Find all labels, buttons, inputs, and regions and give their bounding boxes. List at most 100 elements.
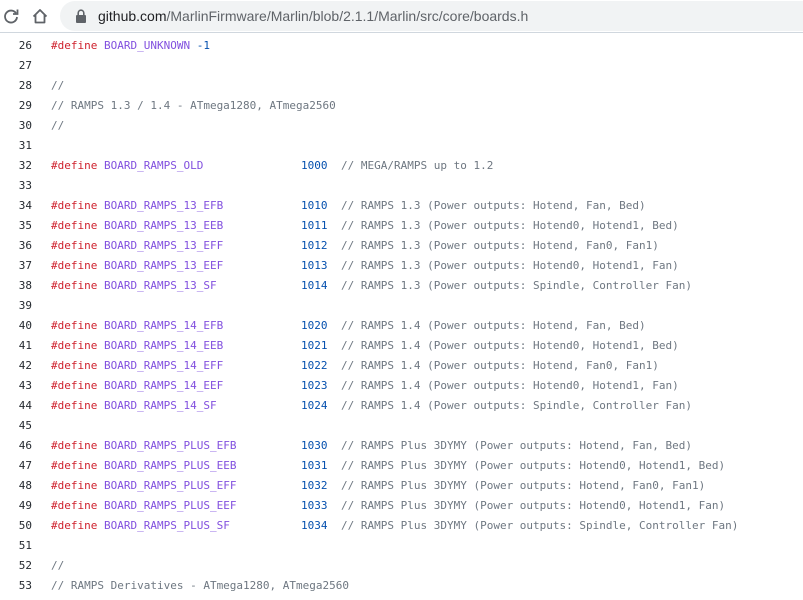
code-define: #define BOARD_RAMPS_14_SF <box>51 396 217 416</box>
line-number[interactable]: 37 <box>0 256 32 276</box>
macro-name: BOARD_RAMPS_PLUS_EEF <box>103 499 237 512</box>
define-keyword: #define <box>51 259 98 272</box>
macro-name: BOARD_RAMPS_OLD <box>103 159 204 172</box>
code-define: #define BOARD_RAMPS_PLUS_EFF <box>51 476 236 496</box>
define-keyword: #define <box>51 399 98 412</box>
define-keyword: #define <box>51 379 98 392</box>
code-comment: // RAMPS 1.3 (Power outputs: Hotend0, Ho… <box>341 259 679 272</box>
macro-value: 1030 <box>301 439 328 452</box>
code-define: #define BOARD_RAMPS_14_EFB <box>51 316 223 336</box>
code-line: 53 // RAMPS Derivatives - ATmega1280, ATm… <box>0 576 803 596</box>
code-comment: // RAMPS 1.4 (Power outputs: Hotend0, Ho… <box>341 379 679 392</box>
code-line: 26 #define BOARD_UNKNOWN -1 <box>0 36 803 56</box>
line-number[interactable]: 53 <box>0 576 32 596</box>
line-number[interactable]: 52 <box>0 556 32 576</box>
line-number[interactable]: 45 <box>0 416 32 436</box>
line-number[interactable]: 51 <box>0 536 32 556</box>
define-keyword: #define <box>51 279 98 292</box>
line-number[interactable]: 27 <box>0 56 32 76</box>
code-define: #define BOARD_RAMPS_13_EEB <box>51 216 223 236</box>
reload-icon[interactable] <box>0 4 23 28</box>
macro-value: 1011 <box>301 219 328 232</box>
code-define: #define BOARD_RAMPS_13_EFF <box>51 236 223 256</box>
code-line: 33 <box>0 176 803 196</box>
code-comment: // RAMPS Plus 3DYMY (Power outputs: Spin… <box>341 519 739 532</box>
define-keyword: #define <box>51 479 98 492</box>
line-number[interactable]: 47 <box>0 456 32 476</box>
macro-value: 1010 <box>301 199 328 212</box>
line-number[interactable]: 28 <box>0 76 32 96</box>
code-define: #define BOARD_RAMPS_13_EFB <box>51 196 223 216</box>
define-keyword: #define <box>51 39 98 52</box>
code-line: 43 #define BOARD_RAMPS_14_EEF 1023 // RAMPS… <box>0 376 803 396</box>
line-number[interactable]: 48 <box>0 476 32 496</box>
code-line: 47 #define BOARD_RAMPS_PLUS_EEB 1031 // RAM… <box>0 456 803 476</box>
macro-name: BOARD_RAMPS_13_EFF <box>103 239 224 252</box>
line-number[interactable]: 42 <box>0 356 32 376</box>
macro-value: 1022 <box>301 359 328 372</box>
code-comment: // RAMPS 1.3 (Power outputs: Hotend0, Ho… <box>341 219 679 232</box>
code-line: 50 #define BOARD_RAMPS_PLUS_SF 1034 // RAMP… <box>0 516 803 536</box>
line-number[interactable]: 50 <box>0 516 32 536</box>
code-comment: // RAMPS 1.4 (Power outputs: Hotend, Fan… <box>341 359 659 372</box>
code-define: #define BOARD_RAMPS_PLUS_EFB <box>51 436 236 456</box>
code-comment: // <box>51 559 65 572</box>
line-number[interactable]: 41 <box>0 336 32 356</box>
line-number[interactable]: 35 <box>0 216 32 236</box>
define-keyword: #define <box>51 459 98 472</box>
macro-value: 1031 <box>301 459 328 472</box>
line-number[interactable]: 33 <box>0 176 32 196</box>
define-keyword: #define <box>51 519 98 532</box>
code-comment: // RAMPS 1.4 (Power outputs: Spindle, Co… <box>341 399 692 412</box>
code-line: 30 // <box>0 116 803 136</box>
line-number[interactable]: 29 <box>0 96 32 116</box>
code-define: #define BOARD_RAMPS_14_EEF <box>51 376 223 396</box>
code-define: #define BOARD_RAMPS_14_EEB <box>51 336 223 356</box>
lock-icon[interactable] <box>74 8 88 24</box>
url-domain: github.com <box>98 8 167 24</box>
line-number[interactable]: 46 <box>0 436 32 456</box>
line-number[interactable]: 36 <box>0 236 32 256</box>
code-comment: // RAMPS Plus 3DYMY (Power outputs: Hote… <box>341 439 692 452</box>
define-keyword: #define <box>51 499 98 512</box>
line-number[interactable]: 34 <box>0 196 32 216</box>
macro-name: BOARD_RAMPS_14_EFB <box>103 319 224 332</box>
line-number[interactable]: 38 <box>0 276 32 296</box>
code-comment: // MEGA/RAMPS up to 1.2 <box>341 159 494 172</box>
line-number[interactable]: 49 <box>0 496 32 516</box>
code-define: #define BOARD_RAMPS_14_EFF <box>51 356 223 376</box>
line-number[interactable]: 44 <box>0 396 32 416</box>
code-line: 45 <box>0 416 803 436</box>
line-number[interactable]: 40 <box>0 316 32 336</box>
macro-value: 1000 <box>301 159 328 172</box>
code-line: 31 <box>0 136 803 156</box>
define-keyword: #define <box>51 359 98 372</box>
define-keyword: #define <box>51 219 98 232</box>
macro-value: -1 <box>196 39 210 52</box>
home-icon[interactable] <box>28 4 52 28</box>
macro-name: BOARD_RAMPS_PLUS_EFF <box>103 479 237 492</box>
code-define: #define BOARD_RAMPS_OLD <box>51 156 203 176</box>
code-line: 39 <box>0 296 803 316</box>
code-view[interactable]: 2526#define BOARD_UNKNOWN -12728//29// R… <box>0 25 803 600</box>
code-define: #define BOARD_RAMPS_PLUS_SF <box>51 516 230 536</box>
line-number[interactable]: 26 <box>0 36 32 56</box>
code-line: 29 // RAMPS 1.3 / 1.4 - ATmega1280, ATmeg… <box>0 96 803 116</box>
code-line: 32 #define BOARD_RAMPS_OLD 1000 // MEGA/RAM… <box>0 156 803 176</box>
code-comment: // RAMPS 1.4 (Power outputs: Hotend, Fan… <box>341 319 646 332</box>
line-number[interactable]: 32 <box>0 156 32 176</box>
code-define: #define BOARD_RAMPS_PLUS_EEF <box>51 496 236 516</box>
macro-name: BOARD_RAMPS_PLUS_EFB <box>103 439 237 452</box>
macro-value: 1014 <box>301 279 328 292</box>
line-number[interactable]: 31 <box>0 136 32 156</box>
url-path: /MarlinFirmware/Marlin/blob/2.1.1/Marlin… <box>166 8 529 24</box>
line-number[interactable]: 43 <box>0 376 32 396</box>
code-line: 38 #define BOARD_RAMPS_13_SF 1014 // RAMPS … <box>0 276 803 296</box>
macro-name: BOARD_RAMPS_13_EEF <box>103 259 224 272</box>
code-line: 42 #define BOARD_RAMPS_14_EFF 1022 // RAMPS… <box>0 356 803 376</box>
address-url[interactable]: github.com/MarlinFirmware/Marlin/blob/2.… <box>98 7 528 25</box>
line-number[interactable]: 39 <box>0 296 32 316</box>
macro-value: 1013 <box>301 259 328 272</box>
code-define: #define BOARD_RAMPS_13_EEF <box>51 256 223 276</box>
line-number[interactable]: 30 <box>0 116 32 136</box>
